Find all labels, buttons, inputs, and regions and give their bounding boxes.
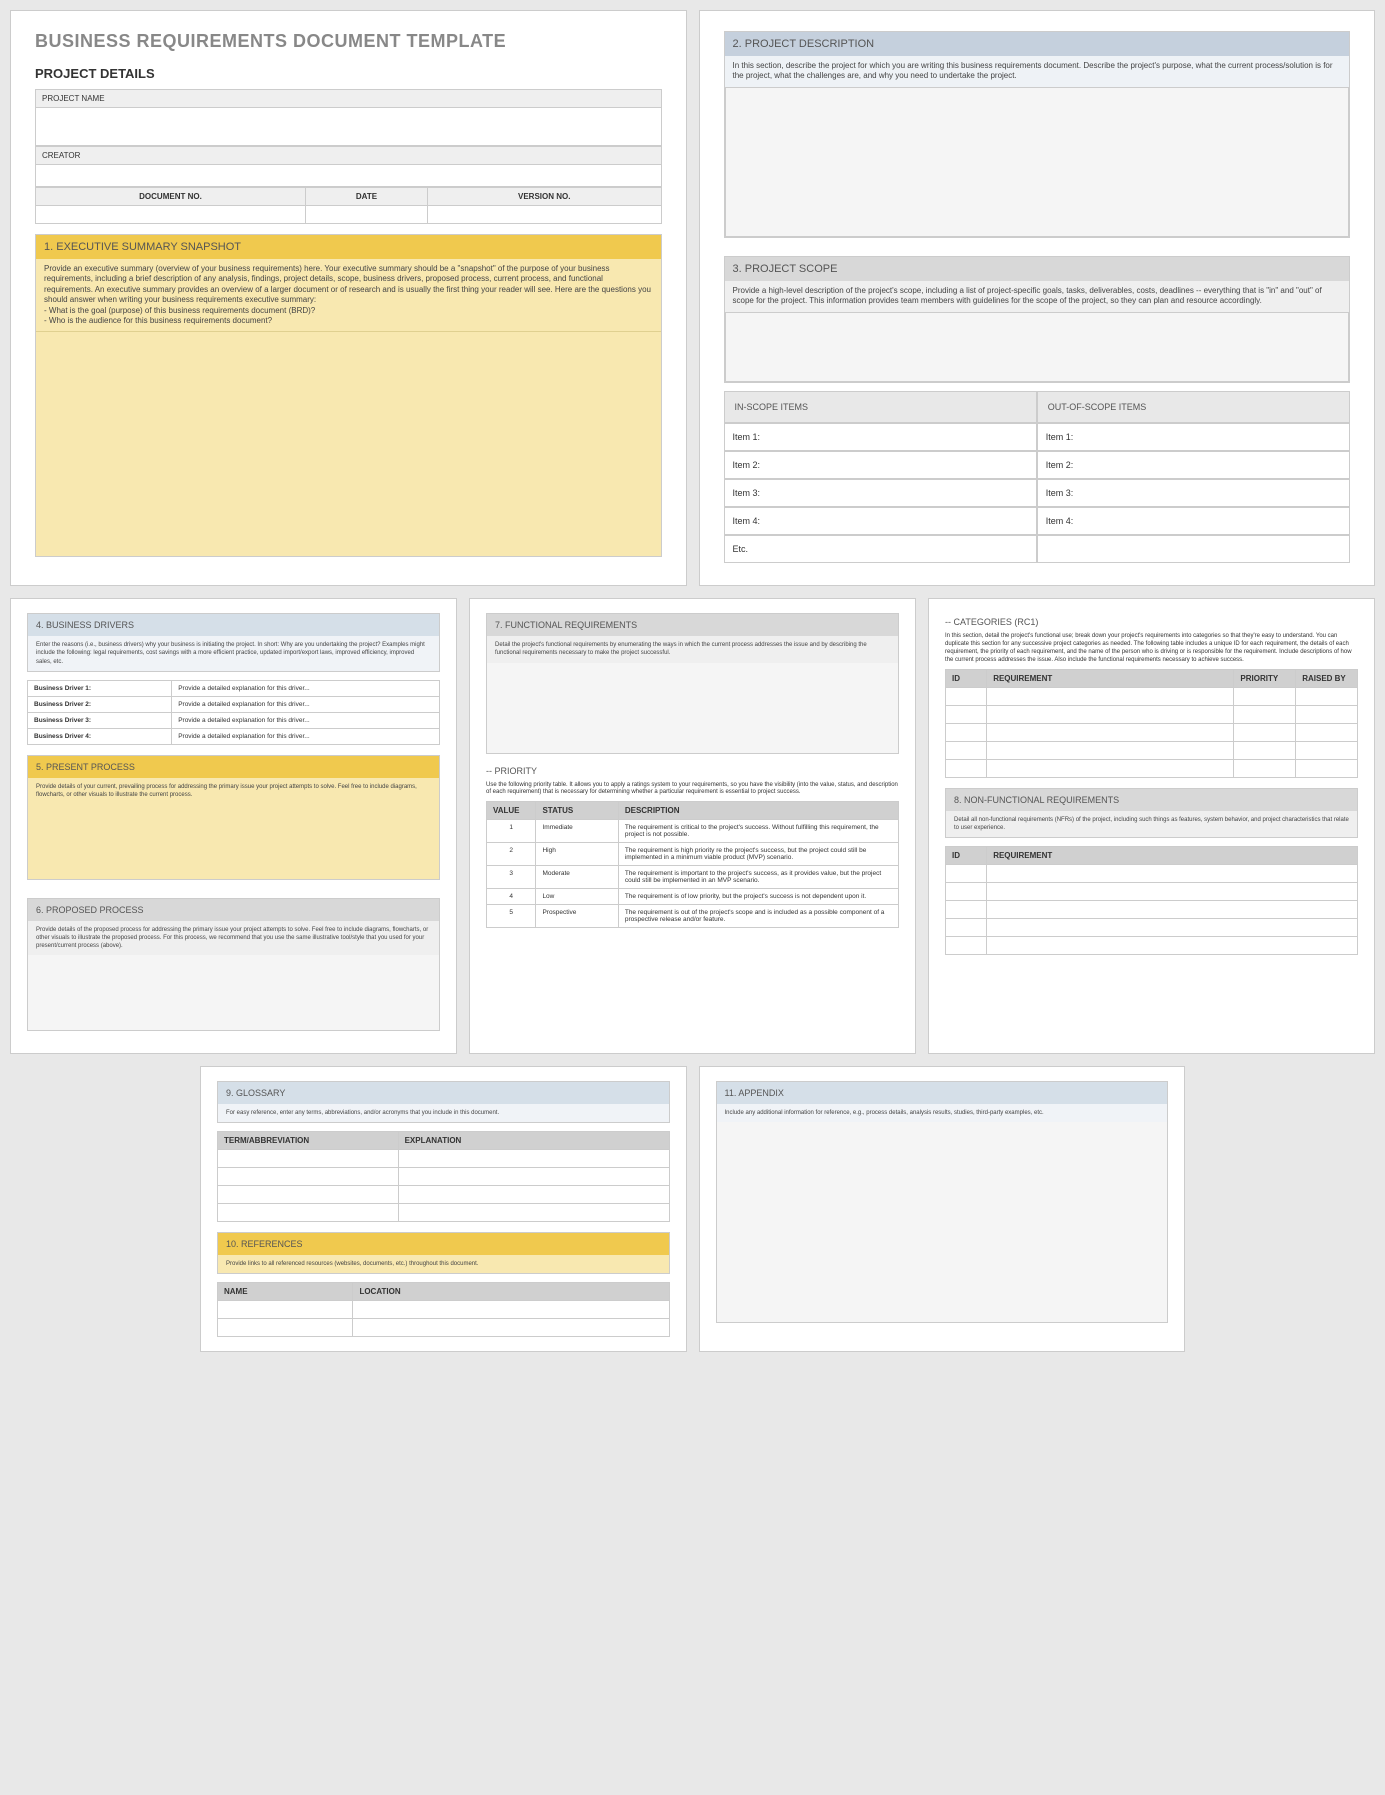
functional-req-title: 7. FUNCTIONAL REQUIREMENTS [487,614,898,636]
in-scope-item[interactable]: Item 1: [724,423,1037,451]
references-title: 10. REFERENCES [218,1233,669,1255]
functional-req-body: Detail the project's functional requirem… [487,636,898,662]
categories-table: ID REQUIREMENT PRIORITY RAISED BY [945,669,1358,778]
categories-body: In this section, detail the project's fu… [945,631,1358,668]
page-3: 4. BUSINESS DRIVERS Enter the reasons (i… [10,598,457,1054]
project-description-section: 2. PROJECT DESCRIPTION In this section, … [724,31,1351,238]
references-body: Provide links to all referenced resource… [218,1255,669,1273]
exec-summary-body: Provide an executive summary (overview o… [36,259,661,331]
out-scope-item[interactable]: Item 3: [1037,479,1350,507]
out-scope-item[interactable]: Item 4: [1037,507,1350,535]
project-description-title: 2. PROJECT DESCRIPTION [725,32,1350,56]
nfr-body: Detail all non-functional requirements (… [946,811,1357,837]
page-1: BUSINESS REQUIREMENTS DOCUMENT TEMPLATE … [10,10,687,586]
exec-summary-title: 1. EXECUTIVE SUMMARY SNAPSHOT [36,235,661,259]
scope-table: IN-SCOPE ITEMS OUT-OF-SCOPE ITEMS Item 1… [724,391,1351,563]
project-scope-blank[interactable] [725,312,1350,382]
proposed-process-section: 6. PROPOSED PROCESS Provide details of t… [27,898,440,1031]
project-description-blank[interactable] [725,87,1350,237]
proposed-process-title: 6. PROPOSED PROCESS [28,899,439,921]
nfr-title: 8. NON-FUNCTIONAL REQUIREMENTS [946,789,1357,811]
in-scope-item[interactable]: Item 3: [724,479,1037,507]
nfr-table: ID REQUIREMENT [945,846,1358,955]
in-scope-item[interactable]: Item 4: [724,507,1037,535]
drivers-table: Business Driver 1:Provide a detailed exp… [27,680,440,745]
priority-title: -- PRIORITY [486,762,899,780]
references-table: NAME LOCATION [217,1282,670,1337]
out-scope-item[interactable] [1037,535,1350,563]
doc-title: BUSINESS REQUIREMENTS DOCUMENT TEMPLATE [35,31,662,52]
business-drivers-title: 4. BUSINESS DRIVERS [28,614,439,636]
proposed-process-body: Provide details of the proposed process … [28,921,439,955]
priority-table: VALUE STATUS DESCRIPTION 1ImmediateThe r… [486,801,899,928]
present-process-section: 5. PRESENT PROCESS Provide details of yo… [27,755,440,880]
appendix-section: 11. APPENDIX Include any additional info… [716,1081,1169,1323]
project-description-body: In this section, describe the project fo… [725,56,1350,87]
proposed-process-blank[interactable] [28,955,439,1030]
page-2: 2. PROJECT DESCRIPTION In this section, … [699,10,1376,586]
out-scope-header: OUT-OF-SCOPE ITEMS [1037,391,1350,423]
page-6: 9. GLOSSARY For easy reference, enter an… [200,1066,687,1352]
project-details-heading: PROJECT DETAILS [35,66,662,81]
creator-label: CREATOR [35,146,662,165]
project-name-field[interactable] [35,108,662,146]
out-scope-item[interactable]: Item 1: [1037,423,1350,451]
appendix-title: 11. APPENDIX [717,1082,1168,1104]
appendix-body: Include any additional information for r… [717,1104,1168,1122]
in-scope-item[interactable]: Etc. [724,535,1037,563]
present-process-blank[interactable] [28,804,439,879]
page-7: 11. APPENDIX Include any additional info… [699,1066,1186,1352]
page-4: 7. FUNCTIONAL REQUIREMENTS Detail the pr… [469,598,916,1054]
priority-body: Use the following priority table. It all… [486,780,899,802]
present-process-title: 5. PRESENT PROCESS [28,756,439,778]
creator-field[interactable] [35,165,662,187]
functional-req-blank[interactable] [487,663,898,753]
functional-req-section: 7. FUNCTIONAL REQUIREMENTS Detail the pr… [486,613,899,753]
in-scope-header: IN-SCOPE ITEMS [724,391,1037,423]
glossary-title: 9. GLOSSARY [218,1082,669,1104]
date-header: DATE [305,188,427,206]
doc-meta-table: DOCUMENT NO. DATE VERSION NO. [35,187,662,224]
project-scope-title: 3. PROJECT SCOPE [725,257,1350,281]
references-section: 10. REFERENCES Provide links to all refe… [217,1232,670,1274]
exec-summary-section: 1. EXECUTIVE SUMMARY SNAPSHOT Provide an… [35,234,662,557]
glossary-table: TERM/ABBREVIATION EXPLANATION [217,1131,670,1222]
project-name-label: PROJECT NAME [35,89,662,108]
docno-header: DOCUMENT NO. [36,188,306,206]
present-process-body: Provide details of your current, prevail… [28,778,439,804]
project-scope-body: Provide a high-level description of the … [725,281,1350,312]
exec-summary-blank[interactable] [36,331,661,556]
glossary-body: For easy reference, enter any terms, abb… [218,1104,669,1122]
glossary-section: 9. GLOSSARY For easy reference, enter an… [217,1081,670,1123]
business-drivers-section: 4. BUSINESS DRIVERS Enter the reasons (i… [27,613,440,671]
page-5: -- CATEGORIES (RC1) In this section, det… [928,598,1375,1054]
appendix-blank[interactable] [717,1122,1168,1322]
categories-title: -- CATEGORIES (RC1) [945,613,1358,631]
project-scope-section: 3. PROJECT SCOPE Provide a high-level de… [724,256,1351,383]
nfr-section: 8. NON-FUNCTIONAL REQUIREMENTS Detail al… [945,788,1358,838]
business-drivers-body: Enter the reasons (i.e., business driver… [28,636,439,670]
version-header: VERSION NO. [427,188,661,206]
out-scope-item[interactable]: Item 2: [1037,451,1350,479]
in-scope-item[interactable]: Item 2: [724,451,1037,479]
